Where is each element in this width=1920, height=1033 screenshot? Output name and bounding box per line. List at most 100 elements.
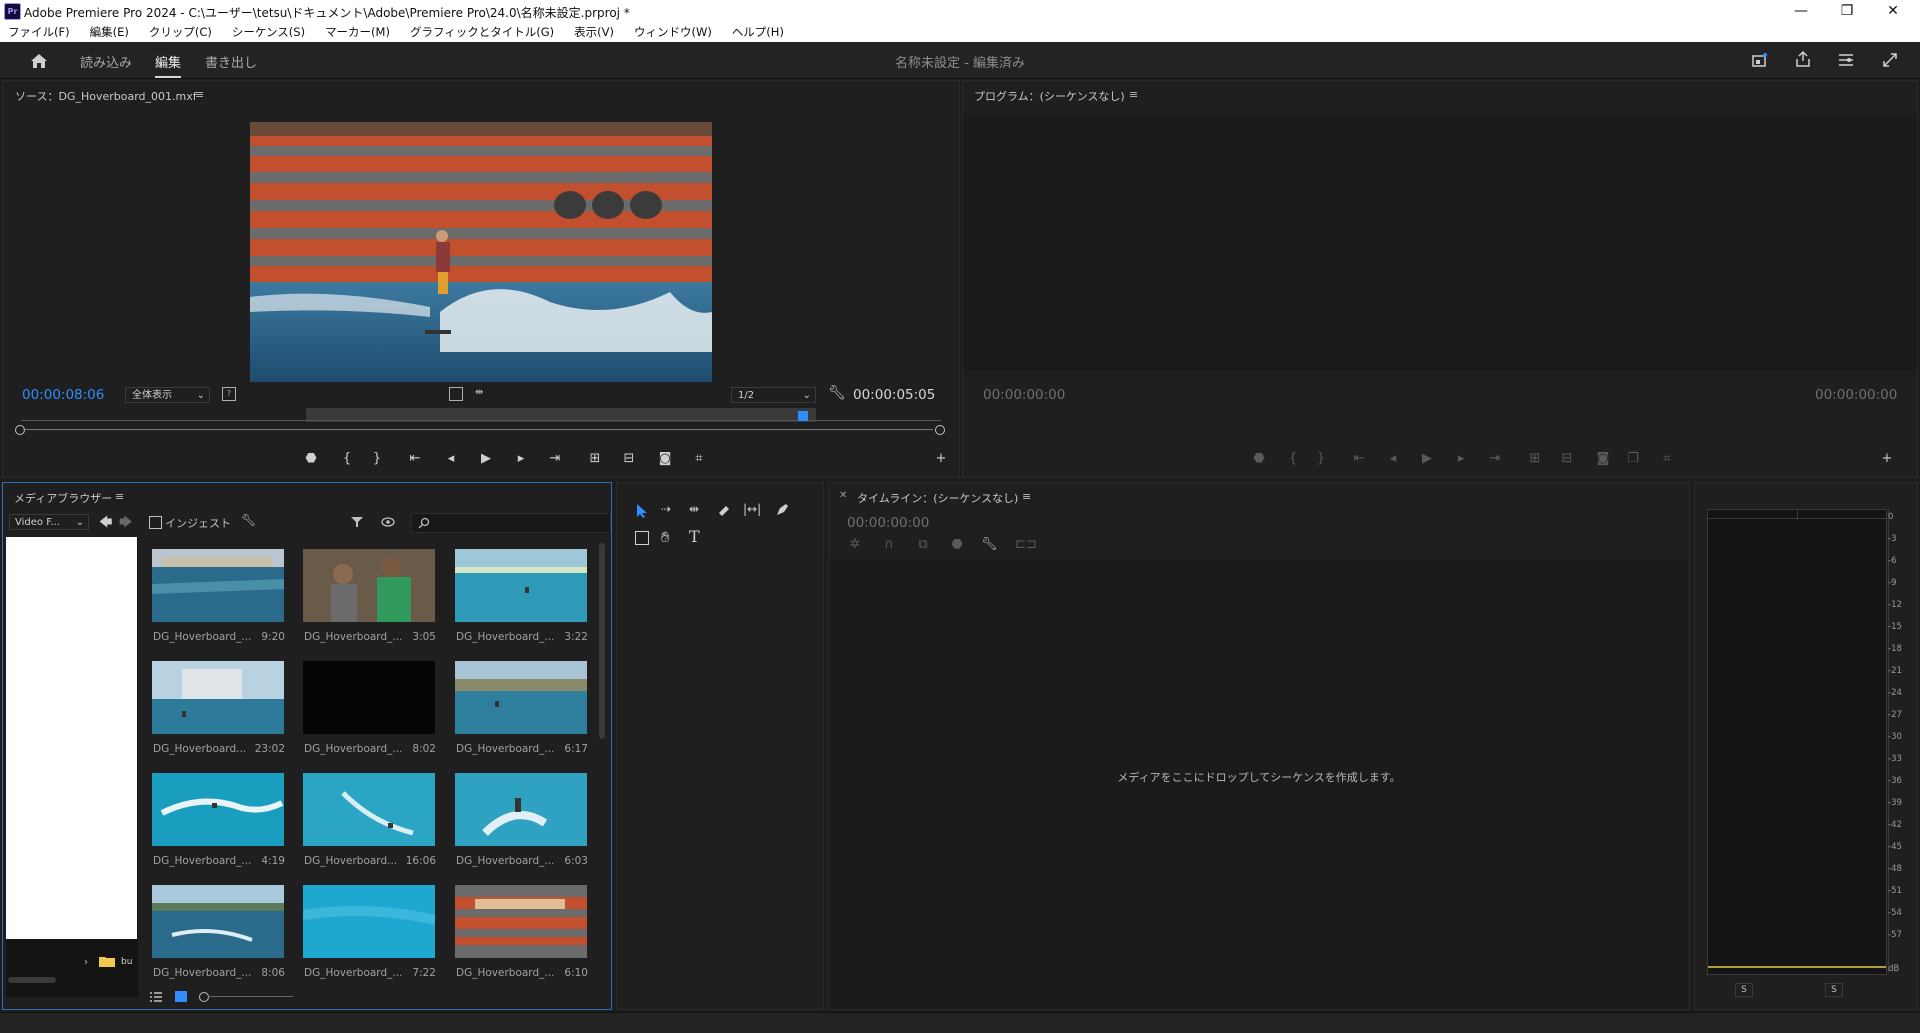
tree-horizontal-scrollbar[interactable]: [8, 977, 56, 983]
grid-vertical-scrollbar[interactable]: [599, 543, 605, 739]
go-to-in-icon[interactable]: ⇤: [403, 451, 427, 466]
mark-in-icon[interactable]: {: [335, 451, 359, 466]
settings-toggle-icon[interactable]: ?: [222, 387, 236, 401]
forward-arrow-icon[interactable]: 🡆︎: [119, 513, 132, 535]
folder-tree[interactable]: › bu: [6, 537, 138, 997]
media-thumbnail[interactable]: [152, 773, 284, 846]
ripple-edit-tool-icon[interactable]: ⇹: [689, 502, 699, 516]
slip-tool-icon[interactable]: |↔|: [743, 502, 761, 516]
overwrite-icon[interactable]: ⊟: [617, 451, 641, 466]
source-current-timecode[interactable]: 00:00:08:06: [22, 387, 104, 403]
source-panel-menu-icon[interactable]: ≡: [195, 88, 204, 101]
extract-icon[interactable]: ⊟: [1555, 451, 1579, 466]
view-eye-icon[interactable]: [381, 517, 395, 527]
snap-magnet-icon[interactable]: ∩: [881, 537, 897, 552]
menu-view[interactable]: 表示(V): [574, 22, 614, 42]
ingest-settings-wrench-icon[interactable]: 🔧︎: [241, 513, 256, 527]
media-thumbnail[interactable]: [455, 885, 587, 958]
menu-help[interactable]: ヘルプ(H): [732, 22, 784, 42]
media-thumbnail[interactable]: [455, 661, 587, 734]
menu-window[interactable]: ウィンドウ(W): [634, 22, 712, 42]
type-tool-icon[interactable]: T: [689, 527, 700, 546]
zoom-slider-handle[interactable]: [199, 992, 209, 1002]
media-thumbnail[interactable]: [455, 773, 587, 846]
add-button-icon[interactable]: +: [1875, 451, 1899, 466]
folder-label[interactable]: bu: [121, 957, 132, 967]
add-button-icon[interactable]: +: [929, 451, 953, 466]
mark-out-icon[interactable]: }: [1309, 451, 1333, 466]
search-input[interactable]: [411, 513, 611, 533]
timeline-panel-menu-icon[interactable]: ≡: [1022, 490, 1031, 503]
menu-sequence[interactable]: シーケンス(S): [232, 22, 305, 42]
media-thumbnail[interactable]: [303, 773, 435, 846]
menu-graphics[interactable]: グラフィックとタイトル(G): [410, 22, 554, 42]
filter-icon[interactable]: [350, 516, 364, 528]
close-button[interactable]: ✕: [1870, 0, 1916, 22]
linked-selection-icon[interactable]: ⧉: [915, 537, 931, 552]
add-marker-icon[interactable]: ⬣: [1247, 451, 1271, 466]
add-marker-icon[interactable]: ⬣: [949, 537, 965, 552]
file-type-select[interactable]: Video F... ⌄: [9, 514, 89, 530]
resolution-select[interactable]: 1/2 ⌄: [731, 387, 816, 403]
insert-icon[interactable]: ⊞: [583, 451, 607, 466]
source-playhead[interactable]: [798, 411, 808, 421]
media-thumbnail[interactable]: [303, 885, 435, 958]
timeline-settings-wrench-icon[interactable]: 🔧︎: [981, 537, 998, 552]
step-back-icon[interactable]: ◂: [439, 451, 463, 466]
zoom-slider-track[interactable]: [208, 996, 293, 997]
add-marker-icon[interactable]: ⬣: [299, 451, 323, 466]
maximize-button[interactable]: ❐: [1824, 0, 1870, 22]
selection-tool-icon[interactable]: [635, 503, 649, 519]
share-icon[interactable]: [1795, 51, 1811, 67]
hand-tool-icon[interactable]: ✋︎: [661, 528, 670, 546]
go-to-out-icon[interactable]: ⇥: [1483, 451, 1507, 466]
program-current-timecode[interactable]: 00:00:00:00: [983, 387, 1065, 403]
pen-tool-icon[interactable]: [775, 503, 789, 517]
solo-left-button[interactable]: S: [1735, 983, 1753, 997]
export-frame-icon[interactable]: ◙: [1591, 451, 1615, 466]
fullscreen-icon[interactable]: [1882, 52, 1898, 68]
menu-marker[interactable]: マーカー(M): [325, 22, 390, 42]
step-forward-icon[interactable]: ▸: [509, 451, 533, 466]
menu-edit[interactable]: 編集(E): [90, 22, 129, 42]
drag-video-only-icon[interactable]: [449, 387, 463, 401]
media-thumbnail[interactable]: [455, 549, 587, 622]
minimize-button[interactable]: —: [1778, 0, 1824, 22]
mark-out-icon[interactable]: }: [365, 451, 389, 466]
quick-export-icon[interactable]: [1752, 53, 1768, 67]
comparison-view-icon[interactable]: ❐: [1621, 451, 1645, 466]
captions-icon[interactable]: ⊏⊐: [1015, 537, 1037, 552]
media-thumbnail[interactable]: [152, 549, 284, 622]
expand-arrow-icon[interactable]: ›: [84, 957, 88, 968]
ingest-checkbox[interactable]: [149, 516, 162, 529]
media-thumbnail[interactable]: [303, 549, 435, 622]
button-editor-icon[interactable]: ⌗: [1655, 451, 1679, 466]
media-thumbnail[interactable]: [303, 661, 435, 734]
rectangle-tool-icon[interactable]: [635, 531, 649, 545]
play-icon[interactable]: ▶: [474, 451, 498, 466]
media-browser-menu-icon[interactable]: ≡: [115, 490, 124, 503]
mark-in-icon[interactable]: {: [1281, 451, 1305, 466]
export-frame-icon[interactable]: ◙: [653, 451, 677, 466]
wrench-icon[interactable]: 🔧︎: [828, 385, 846, 401]
program-panel-menu-icon[interactable]: ≡: [1129, 88, 1138, 101]
go-to-out-icon[interactable]: ⇥: [543, 451, 567, 466]
back-arrow-icon[interactable]: 🡄︎: [99, 513, 112, 535]
zoom-scroll-bar[interactable]: [23, 429, 933, 430]
lift-icon[interactable]: ⊞: [1523, 451, 1547, 466]
menu-clip[interactable]: クリップ(C): [149, 22, 212, 42]
media-thumbnail[interactable]: [152, 661, 284, 734]
icon-view-icon[interactable]: [175, 991, 187, 1002]
track-select-tool-icon[interactable]: ⇢: [661, 502, 671, 516]
workspaces-icon[interactable]: [1838, 53, 1854, 67]
nest-icon[interactable]: ✲: [847, 537, 863, 552]
button-editor-icon[interactable]: ⌗: [687, 451, 711, 466]
close-panel-icon[interactable]: ✕: [839, 490, 847, 501]
list-view-icon[interactable]: [149, 991, 163, 1003]
step-back-icon[interactable]: ◂: [1381, 451, 1405, 466]
menu-file[interactable]: ファイル(F): [8, 22, 70, 42]
drag-audio-only-icon[interactable]: ⇹: [475, 387, 483, 398]
razor-tool-icon[interactable]: [717, 504, 731, 518]
step-forward-icon[interactable]: ▸: [1449, 451, 1473, 466]
media-thumbnail[interactable]: [152, 885, 284, 958]
